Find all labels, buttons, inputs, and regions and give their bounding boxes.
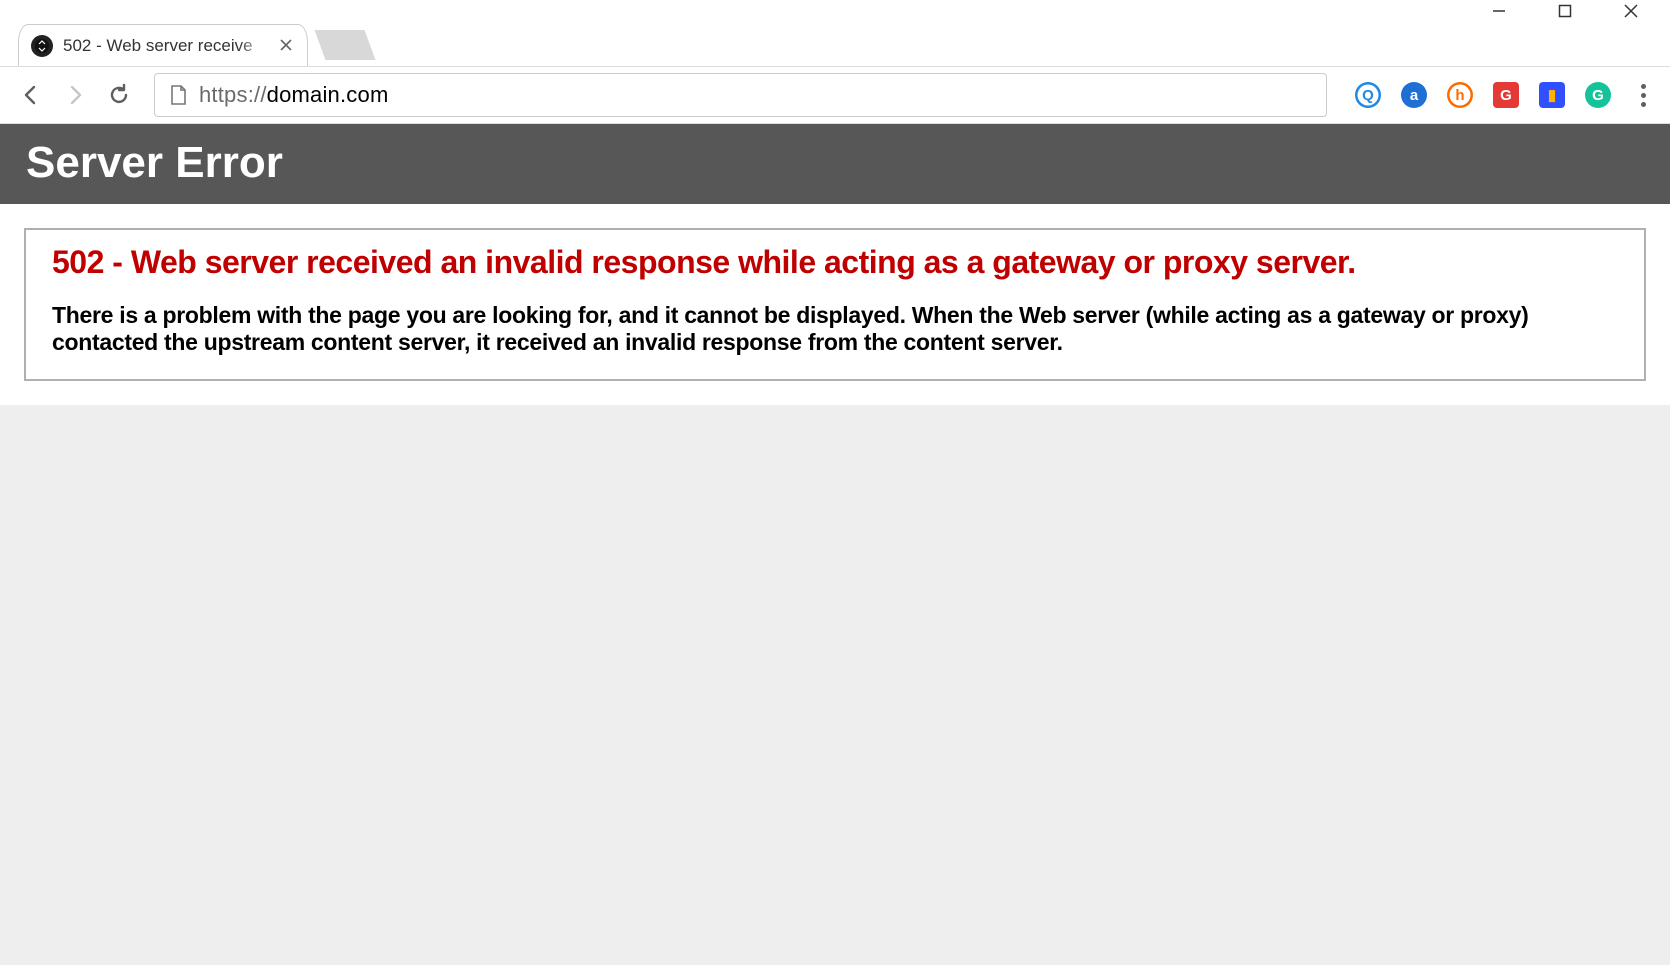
ext-lighthouse-icon[interactable]: ▮ (1539, 82, 1565, 108)
window-close-button[interactable] (1622, 2, 1640, 20)
favicon-icon (31, 35, 53, 57)
url-text: https://domain.com (199, 82, 388, 108)
toolbar: https://domain.com QahG▮G (0, 66, 1670, 124)
error-card: 502 - Web server received an invalid res… (24, 228, 1646, 381)
browser-menu-button[interactable] (1635, 84, 1652, 107)
new-tab-button[interactable] (315, 30, 376, 60)
ext-grammarly-icon[interactable]: G (1585, 82, 1611, 108)
extension-icons: QahG▮G (1349, 82, 1617, 108)
window-maximize-button[interactable] (1556, 2, 1574, 20)
error-body: There is a problem with the page you are… (52, 302, 1618, 357)
browser-tab[interactable]: 502 - Web server receive (18, 24, 308, 66)
error-banner: Server Error (0, 124, 1670, 204)
error-heading: 502 - Web server received an invalid res… (52, 244, 1618, 282)
tab-title: 502 - Web server receive (63, 36, 269, 56)
ext-grammarly-red-icon[interactable]: G (1493, 82, 1519, 108)
forward-button[interactable] (62, 82, 88, 108)
browser-window: 502 - Web server receive https://domain.… (0, 0, 1670, 965)
address-bar[interactable]: https://domain.com (154, 73, 1327, 117)
tab-strip: 502 - Web server receive (0, 22, 1670, 66)
ext-amazon-icon[interactable]: a (1401, 82, 1427, 108)
page-content: Server Error 502 - Web server received a… (0, 124, 1670, 965)
url-host: domain.com (267, 82, 389, 107)
back-button[interactable] (18, 82, 44, 108)
page-info-icon[interactable] (169, 84, 187, 106)
url-protocol: https:// (199, 82, 267, 107)
ext-blue-q-icon[interactable]: Q (1355, 82, 1381, 108)
window-minimize-button[interactable] (1490, 2, 1508, 20)
tab-close-button[interactable] (279, 38, 295, 54)
ext-honey-icon[interactable]: h (1447, 82, 1473, 108)
reload-button[interactable] (106, 82, 132, 108)
banner-title: Server Error (26, 138, 1644, 188)
titlebar (0, 0, 1670, 22)
error-card-container: 502 - Web server received an invalid res… (0, 204, 1670, 405)
